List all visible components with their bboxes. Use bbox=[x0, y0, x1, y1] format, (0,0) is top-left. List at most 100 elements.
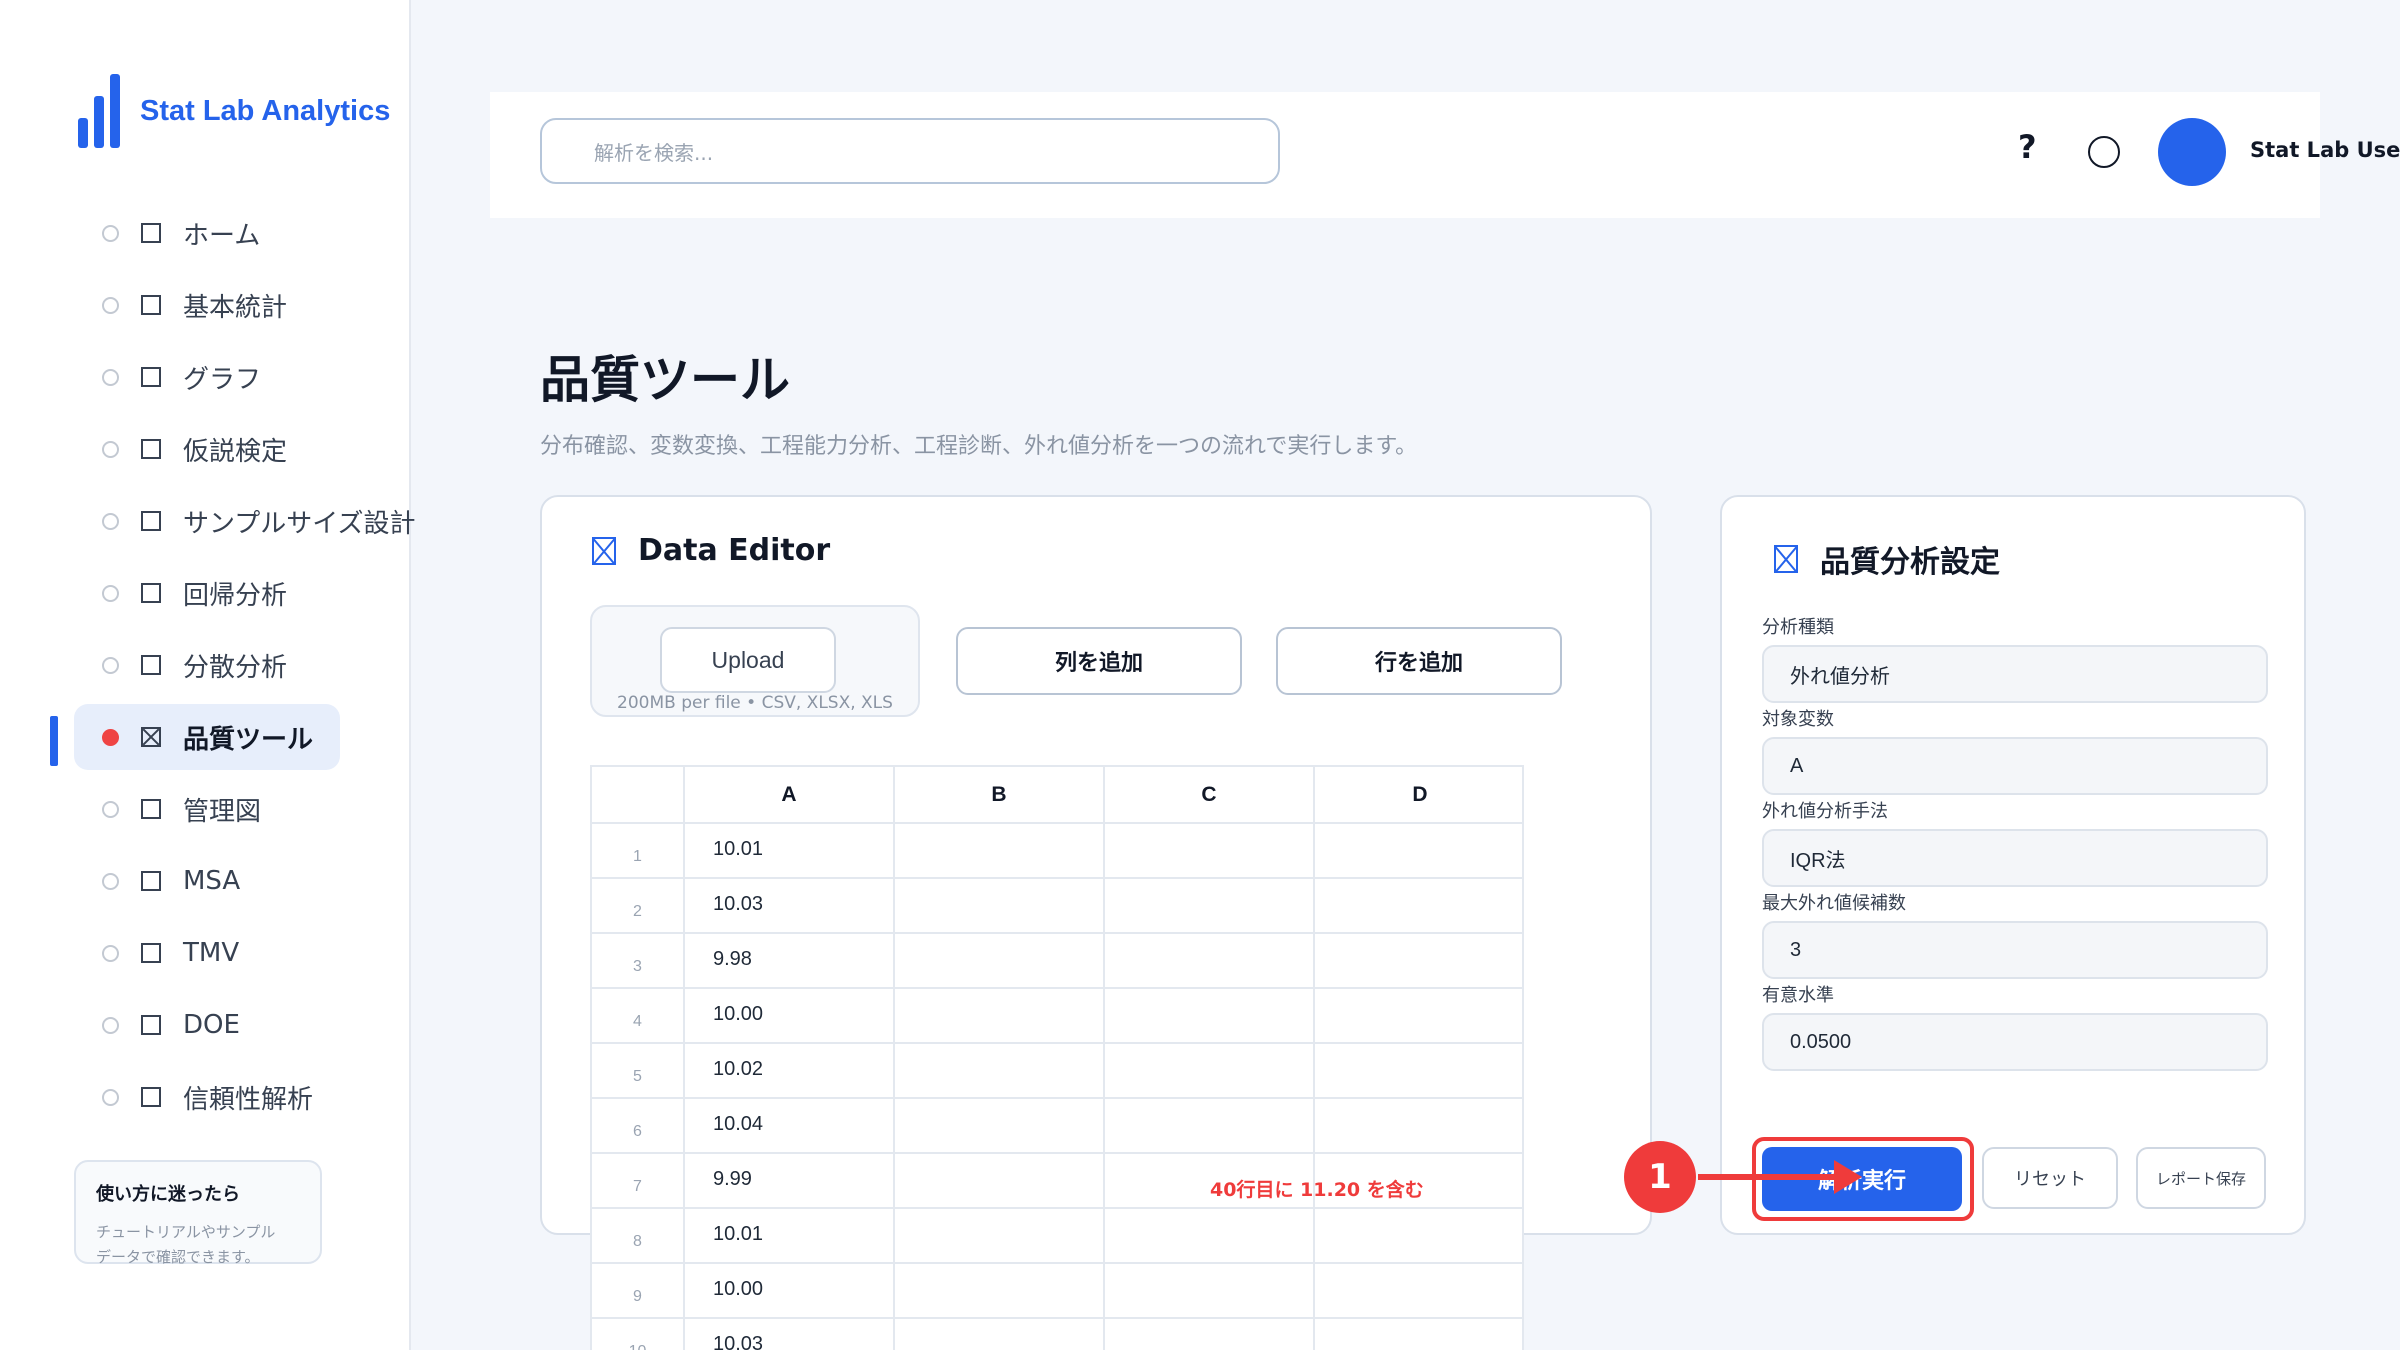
upload-dropzone[interactable]: Upload 200MB per file • CSV, XLSX, XLS bbox=[590, 605, 920, 717]
table-row: 6 10.04 bbox=[592, 1098, 1522, 1154]
column-header[interactable]: B bbox=[894, 767, 1105, 824]
table-cell[interactable] bbox=[894, 933, 1105, 989]
column-header[interactable]: C bbox=[1104, 767, 1315, 824]
row-number: 9 bbox=[592, 1263, 685, 1319]
table-cell[interactable] bbox=[1104, 1043, 1315, 1099]
table-cell[interactable] bbox=[1104, 1318, 1315, 1350]
save-report-button[interactable]: レポート保存 bbox=[2136, 1147, 2266, 1209]
sidebar-item-label: グラフ bbox=[183, 364, 262, 395]
row-number: 1 bbox=[592, 823, 685, 879]
table-cell[interactable] bbox=[1104, 1208, 1315, 1264]
table-cell[interactable]: 10.03 bbox=[684, 1318, 895, 1350]
sidebar-item-label: ホーム bbox=[183, 220, 261, 251]
brand-title: Stat Lab Analytics bbox=[140, 94, 391, 127]
status-dot-icon bbox=[102, 944, 119, 962]
table-cell[interactable] bbox=[894, 1208, 1105, 1264]
table-cell[interactable] bbox=[894, 1153, 1105, 1209]
max-outlier-count-input[interactable]: 3 bbox=[1762, 921, 2268, 979]
table-cell[interactable] bbox=[894, 1043, 1105, 1099]
sidebar-item-hypothesis-test[interactable]: 仮説検定 bbox=[74, 416, 340, 482]
top-bar: 解析を検索... ? Stat Lab User bbox=[490, 92, 2400, 218]
sidebar-item-reliability[interactable]: 信頼性解析 bbox=[74, 1064, 340, 1130]
table-cell[interactable]: 10.01 bbox=[684, 1208, 895, 1264]
table-cell[interactable] bbox=[1314, 823, 1522, 879]
sidebar-item-home[interactable]: ホーム bbox=[74, 200, 340, 266]
table-cell[interactable] bbox=[1104, 878, 1315, 934]
table-cell[interactable] bbox=[894, 1098, 1105, 1154]
row-number: 2 bbox=[592, 878, 685, 934]
reset-button[interactable]: リセット bbox=[1982, 1147, 2118, 1209]
help-card[interactable]: 使い方に迷ったら チュートリアルやサンプル データで確認できます。 bbox=[74, 1160, 322, 1266]
search-input[interactable]: 解析を検索... bbox=[540, 118, 1280, 184]
notification-icon[interactable] bbox=[2088, 136, 2120, 168]
table-cell[interactable] bbox=[1314, 878, 1522, 934]
upload-button[interactable]: Upload bbox=[660, 627, 836, 693]
settings-title: 品質分析設定 bbox=[1820, 545, 2000, 580]
table-cell[interactable] bbox=[894, 1318, 1105, 1350]
table-cell[interactable]: 10.03 bbox=[684, 878, 895, 934]
table-cell[interactable] bbox=[1104, 933, 1315, 989]
table-cell[interactable] bbox=[1104, 988, 1315, 1044]
status-dot-icon bbox=[102, 872, 119, 890]
table-cell[interactable] bbox=[1314, 1043, 1522, 1099]
brand[interactable]: Stat Lab Analytics bbox=[76, 74, 390, 148]
table-cell[interactable] bbox=[1314, 933, 1522, 989]
table-cell[interactable] bbox=[894, 823, 1105, 879]
outlier-method-select[interactable]: IQR法 bbox=[1762, 829, 2268, 887]
table-cell[interactable] bbox=[1314, 1208, 1522, 1264]
sidebar-item-sample-size[interactable]: サンプルサイズ設計 bbox=[74, 488, 415, 554]
table-cell[interactable]: 10.00 bbox=[684, 1263, 895, 1319]
table-cell[interactable] bbox=[1104, 1098, 1315, 1154]
table-cell[interactable] bbox=[1314, 988, 1522, 1044]
sidebar-item-tmv[interactable]: TMV bbox=[74, 920, 340, 986]
table-cell[interactable] bbox=[894, 878, 1105, 934]
add-column-button[interactable]: 列を追加 bbox=[956, 627, 1242, 695]
sidebar-item-quality-tools[interactable]: 品質ツール bbox=[74, 704, 340, 770]
status-dot-icon bbox=[102, 656, 119, 674]
table-cell[interactable]: 9.98 bbox=[684, 933, 895, 989]
add-row-button[interactable]: 行を追加 bbox=[1276, 627, 1562, 695]
data-grid[interactable]: A B C D 1 10.01 2 10.03 3 9.98 4 10.00 5 10.0… bbox=[590, 765, 1524, 1350]
table-cell[interactable] bbox=[1314, 1098, 1522, 1154]
analysis-type-select[interactable]: 外れ値分析 bbox=[1762, 645, 2268, 703]
column-header[interactable]: D bbox=[1314, 767, 1522, 824]
target-variable-select[interactable]: A bbox=[1762, 737, 2268, 795]
table-cell[interactable]: 10.01 bbox=[684, 823, 895, 879]
row-number: 10 bbox=[592, 1318, 685, 1350]
editor-icon bbox=[592, 536, 616, 565]
sidebar-item-basic-stats[interactable]: 基本統計 bbox=[74, 272, 340, 338]
table-cell[interactable] bbox=[1314, 1318, 1522, 1350]
sidebar-item-msa[interactable]: MSA bbox=[74, 848, 340, 914]
sidebar-item-graph[interactable]: グラフ bbox=[74, 344, 340, 410]
sidebar: Stat Lab Analytics ホーム 基本統計 グラフ 仮説検定 サンプ… bbox=[0, 0, 415, 1350]
help-card-desc-line: データで確認できます。 bbox=[96, 1248, 260, 1266]
table-cell[interactable] bbox=[894, 1263, 1105, 1319]
sidebar-item-control-chart[interactable]: 管理図 bbox=[74, 776, 340, 842]
table-cell[interactable] bbox=[1104, 1263, 1315, 1319]
table-cell[interactable] bbox=[894, 988, 1105, 1044]
table-cell[interactable] bbox=[1314, 1263, 1522, 1319]
table-cell[interactable]: 10.02 bbox=[684, 1043, 895, 1099]
page-title: 品質ツール bbox=[540, 351, 790, 409]
table-cell[interactable]: 9.99 bbox=[684, 1153, 895, 1209]
help-icon[interactable]: ? bbox=[2018, 128, 2037, 166]
sidebar-item-doe[interactable]: DOE bbox=[74, 992, 340, 1058]
column-header[interactable]: A bbox=[684, 767, 895, 824]
analysis-type-label: 分析種類 bbox=[1762, 617, 1834, 638]
significance-level-input[interactable]: 0.0500 bbox=[1762, 1013, 2268, 1071]
checkbox-icon bbox=[141, 223, 161, 243]
row-number: 4 bbox=[592, 988, 685, 1044]
table-cell[interactable]: 10.00 bbox=[684, 988, 895, 1044]
step-badge: 1 bbox=[1624, 1141, 1696, 1213]
checkbox-icon bbox=[141, 655, 161, 675]
avatar[interactable] bbox=[2158, 118, 2226, 186]
table-row: 1010.03 bbox=[592, 1318, 1522, 1350]
data-table: A B C D 1 10.01 2 10.03 3 9.98 4 10.00 5 10.0… bbox=[592, 767, 1522, 1350]
sidebar-item-label: TMV bbox=[183, 938, 240, 968]
sidebar-item-anova[interactable]: 分散分析 bbox=[74, 632, 340, 698]
sidebar-item-regression[interactable]: 回帰分析 bbox=[74, 560, 340, 626]
table-cell[interactable]: 10.04 bbox=[684, 1098, 895, 1154]
user-name[interactable]: Stat Lab User bbox=[2250, 138, 2400, 162]
table-cell[interactable] bbox=[1104, 823, 1315, 879]
sidebar-item-label: サンプルサイズ設計 bbox=[183, 508, 416, 539]
